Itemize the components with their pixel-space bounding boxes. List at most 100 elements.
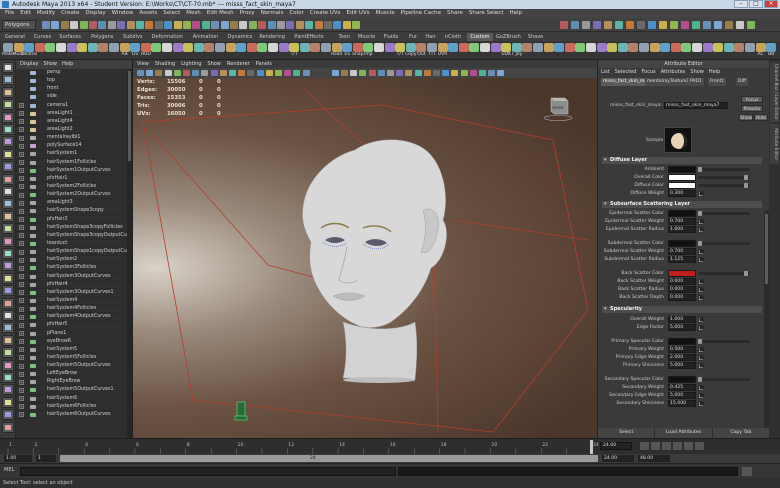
tool-button[interactable] [2,136,14,148]
attr-slider[interactable] [698,175,750,180]
map-button[interactable] [698,256,704,264]
step-back-icon[interactable] [651,442,660,450]
render-icon[interactable] [736,21,744,29]
menu-item[interactable]: Create UVs [307,9,344,18]
outliner-item[interactable]: + hairSystem6OutputCurves [16,411,132,420]
outliner-item[interactable]: + hairSystem6Follicles [16,403,132,411]
viewport-tool-icon[interactable] [238,70,246,76]
status-tool-icon[interactable] [154,21,163,29]
menu-item[interactable]: Modify [34,9,58,18]
status-tool-icon[interactable] [352,21,361,29]
expand-toggle[interactable]: + [19,119,24,125]
map-button[interactable] [698,294,704,302]
render-icon[interactable] [593,21,601,29]
status-tool-icon[interactable] [51,21,60,29]
viewport-menu-item[interactable]: Show [207,60,221,68]
expand-toggle[interactable] [19,95,24,100]
status-tool-icon[interactable] [117,21,126,29]
status-tool-icon[interactable] [324,21,332,29]
map-button[interactable] [698,218,704,226]
current-time-marker[interactable] [590,440,593,454]
hide-button[interactable]: Hide [754,114,768,121]
attr-slider[interactable] [698,339,750,344]
status-tool-icon[interactable] [267,21,276,29]
expand-toggle[interactable] [19,79,24,84]
outliner-item[interactable]: + hairSystem4Follicles [16,305,132,314]
tool-button[interactable] [2,248,14,259]
slider-knob[interactable] [744,271,748,276]
expand-toggle[interactable]: + [19,249,24,255]
expand-toggle[interactable]: + [19,151,24,157]
outliner-item[interactable]: + hairSystem5 [16,346,132,354]
expand-toggle[interactable]: + [19,347,24,353]
status-tool-icon[interactable] [42,21,50,29]
render-icon[interactable] [703,21,711,29]
attr-value-field[interactable]: 5.000 [668,392,696,399]
viewcube-icon[interactable]: FRONT [543,96,573,122]
expand-toggle[interactable]: + [19,387,24,393]
expand-toggle[interactable]: + [19,379,24,385]
menu-item[interactable]: Normals [258,9,287,18]
status-tool-icon[interactable] [183,21,191,29]
outliner-item[interactable]: + areaLight1 [16,110,132,118]
attr-slider[interactable] [698,241,750,246]
play-back-icon[interactable] [662,442,671,450]
attr-value-field[interactable]: 0.000 [668,278,696,285]
tool-button[interactable] [2,272,14,284]
render-icon[interactable] [604,21,612,29]
outliner-item[interactable]: + areaLight2 [16,126,132,135]
outliner-item[interactable]: front [16,85,132,94]
shelf-tab[interactable]: Rendering [256,33,288,41]
status-tool-icon[interactable] [126,21,135,29]
viewport-tool-icon[interactable] [210,70,218,76]
current-frame-field[interactable]: 24.00 [600,442,632,450]
shelf-tab[interactable]: Deformation [149,33,186,41]
render-icon[interactable] [560,21,568,29]
viewport-tool-icon[interactable] [350,70,358,76]
status-tool-icon[interactable] [211,21,220,29]
attr-menu-item[interactable]: Selected [615,68,637,77]
shelf-tab[interactable]: Custom [467,33,493,41]
viewport-tool-icon[interactable] [387,70,394,76]
viewport-tool-icon[interactable] [275,70,282,76]
menu-item[interactable]: Mesh [183,9,203,18]
outliner-item[interactable]: + tearduct [16,240,132,249]
outliner-item[interactable]: + hairSystem1OutputCurves [16,167,132,175]
attr-value-field[interactable]: 1.125 [668,256,696,263]
shelf-tab[interactable]: Animation [190,33,222,41]
anim-end-field[interactable]: 48.00 [638,455,670,462]
color-swatch[interactable] [668,182,696,189]
outliner-item[interactable]: + hairSystem3OutputCurves [16,273,132,281]
attr-value-field[interactable]: 0.000 [668,294,696,301]
color-swatch[interactable] [668,376,696,383]
viewport-tool-icon[interactable] [479,70,486,76]
shelf-tab[interactable]: Fur [406,33,420,41]
expand-toggle[interactable]: + [19,176,24,182]
status-tool-icon[interactable] [89,21,97,29]
expand-toggle[interactable]: + [19,225,24,231]
menu-item[interactable]: Share [444,9,466,18]
render-icon[interactable] [648,21,656,29]
outliner-item[interactable]: + hairSystem4 [16,297,132,306]
attr-menu-item[interactable]: Focus [641,68,655,77]
expand-toggle[interactable]: + [19,339,24,345]
attr-slider[interactable] [698,183,750,188]
color-swatch[interactable] [668,174,696,181]
range-start-field[interactable]: 1.00 [4,455,32,462]
render-icon[interactable] [747,21,755,29]
close-button[interactable]: × [764,0,778,8]
map-button[interactable] [698,362,704,370]
map-button[interactable] [698,392,704,400]
attr-tab[interactable]: Diff [736,78,748,86]
viewport-tool-icon[interactable] [155,70,163,76]
tool-button[interactable] [2,148,14,160]
expand-toggle[interactable]: + [19,306,24,312]
outliner-item[interactable]: + hairSystem1 [16,150,132,159]
menu-item[interactable]: Proxy [237,9,258,18]
color-swatch[interactable] [668,210,696,217]
attr-bottom-button[interactable]: Load Attributes [655,428,713,438]
status-tool-icon[interactable] [295,21,304,29]
mel-input[interactable] [20,467,396,476]
shelf-button[interactable]: BB [765,42,777,59]
range-end-field[interactable]: 24.00 [602,455,634,462]
